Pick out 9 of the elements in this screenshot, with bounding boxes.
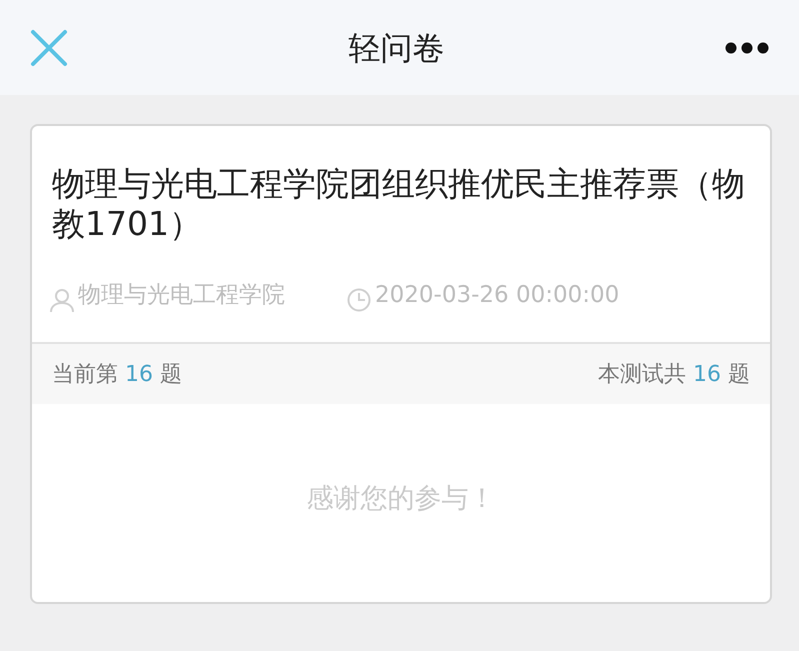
person-icon bbox=[50, 288, 74, 312]
survey-title: 物理与光电工程学院团组织推优民主推荐票（物教1701） bbox=[51, 163, 746, 244]
current-question-text: 当前第 16 题 bbox=[52, 360, 182, 388]
author-text: 物理与光电工程学院 bbox=[78, 280, 285, 310]
clock-icon bbox=[347, 288, 371, 312]
more-icon[interactable] bbox=[725, 42, 769, 54]
page-title: 轻问卷 bbox=[348, 28, 444, 68]
date-text: 2020-03-26 00:00:00 bbox=[375, 280, 620, 310]
total-questions-text: 本测试共 16 题 bbox=[598, 360, 750, 388]
